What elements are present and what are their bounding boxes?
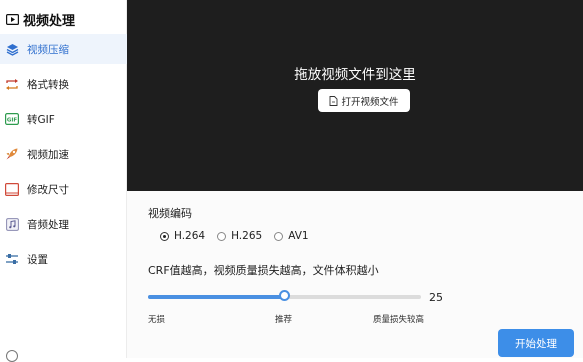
sidebar-item-to-gif[interactable]: GIF 转GIF xyxy=(0,104,127,134)
open-file-label: 打开视频文件 xyxy=(341,96,399,108)
tick-high-loss: 质量损失较高 xyxy=(373,315,425,325)
resize-icon xyxy=(5,182,19,196)
sidebar-item-settings[interactable]: 设置 xyxy=(0,244,127,274)
app-title: 视频处理 xyxy=(6,9,75,29)
crf-slider-thumb[interactable] xyxy=(279,290,290,301)
codec-option-av1[interactable]: AV1 xyxy=(274,230,309,242)
sidebar-item-label: 设置 xyxy=(27,253,48,266)
svg-text:GIF: GIF xyxy=(7,118,18,124)
sidebar-item-label: 音频处理 xyxy=(27,218,69,231)
sidebar-item-format-convert[interactable]: 格式转换 xyxy=(0,69,127,99)
layers-icon xyxy=(5,42,19,56)
info-icon[interactable] xyxy=(6,350,18,362)
sidebar-item-label: 转GIF xyxy=(27,113,55,126)
sidebar-item-audio[interactable]: 音频处理 xyxy=(0,209,127,239)
convert-arrows-icon xyxy=(5,77,19,91)
open-file-button[interactable]: 打开视频文件 xyxy=(318,89,410,112)
codec-radio-group: H.264 H.265 AV1 xyxy=(160,230,309,242)
drop-prompt: 拖放视频文件到这里 xyxy=(294,67,416,83)
sidebar-item-resize[interactable]: 修改尺寸 xyxy=(0,174,127,204)
crf-slider[interactable] xyxy=(148,290,421,301)
video-icon xyxy=(6,13,19,25)
codec-label: 视频编码 xyxy=(148,207,192,220)
sidebar-item-video-compress[interactable]: 视频压缩 xyxy=(0,34,127,64)
file-icon xyxy=(330,95,338,106)
codec-option-label: H.264 xyxy=(174,230,206,242)
start-processing-button[interactable]: 开始处理 xyxy=(498,329,574,357)
gif-icon: GIF xyxy=(5,112,19,126)
crf-slider-fill xyxy=(148,295,285,299)
sidebar-item-label: 修改尺寸 xyxy=(27,183,69,196)
sidebar: 视频处理 视频压缩 格式转换 GIF 转GIF 视频加速 修改尺寸 音频处理 设… xyxy=(0,0,127,362)
settings-sliders-icon xyxy=(5,252,19,266)
codec-option-label: AV1 xyxy=(288,230,309,242)
codec-option-h264[interactable]: H.264 xyxy=(160,230,205,242)
tick-recommended: 推荐 xyxy=(275,315,293,325)
music-note-icon xyxy=(5,217,19,231)
radio-icon xyxy=(217,231,227,241)
video-drop-zone[interactable]: 拖放视频文件到这里 打开视频文件 xyxy=(127,0,583,191)
sidebar-item-label: 视频加速 xyxy=(27,148,69,161)
settings-panel: 视频编码 H.264 H.265 AV1 CRF值越高，视频质量损失越高，文件体… xyxy=(127,191,583,358)
codec-option-label: H.265 xyxy=(231,230,263,242)
crf-value: 25 xyxy=(429,291,443,304)
app-title-text: 视频处理 xyxy=(23,13,76,29)
radio-icon xyxy=(274,231,284,241)
rocket-icon xyxy=(5,147,19,161)
tick-lossless: 无损 xyxy=(148,315,166,325)
crf-hint: CRF值越高，视频质量损失越高，文件体积越小 xyxy=(148,264,379,277)
codec-option-h265[interactable]: H.265 xyxy=(217,230,262,242)
sidebar-item-video-speed[interactable]: 视频加速 xyxy=(0,139,127,169)
radio-icon xyxy=(160,231,169,241)
sidebar-item-label: 格式转换 xyxy=(27,78,69,91)
sidebar-item-label: 视频压缩 xyxy=(27,43,69,56)
